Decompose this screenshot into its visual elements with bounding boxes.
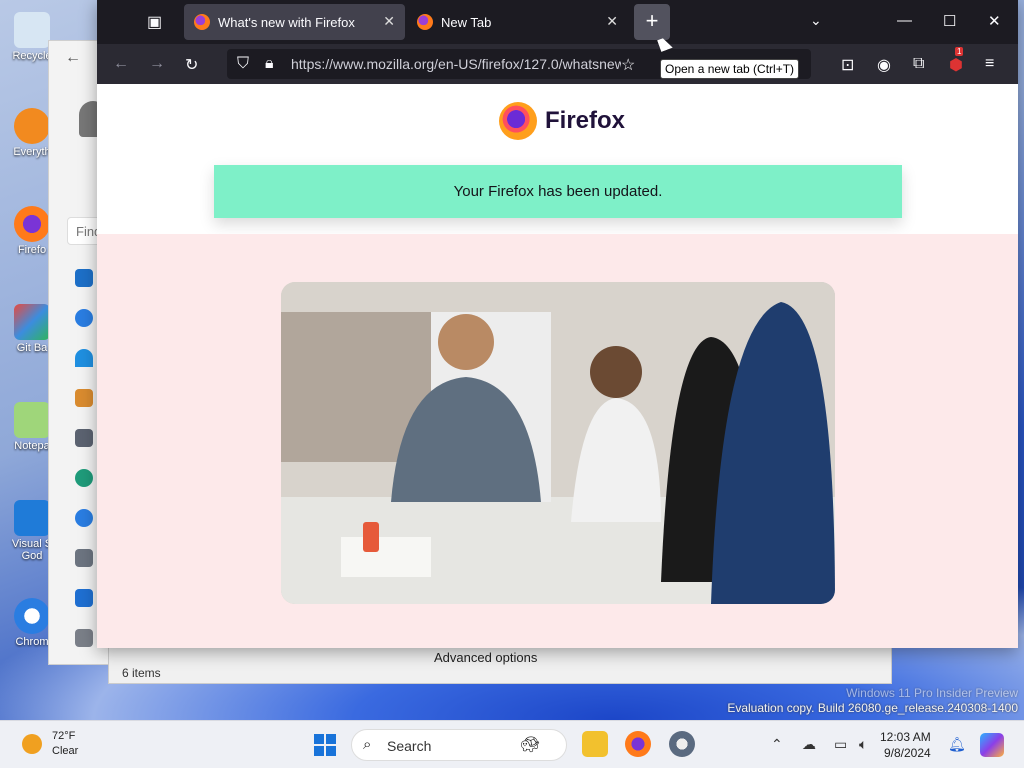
- update-banner: Your Firefox has been updated.: [214, 165, 902, 218]
- extensions-icon[interactable]: ⧉: [913, 55, 924, 73]
- taskbar-clock[interactable]: 12:03 AM 9/8/2024: [880, 729, 931, 761]
- back-arrow-icon[interactable]: ←: [65, 49, 81, 67]
- menu-hamburger-icon[interactable]: ≡: [985, 55, 994, 73]
- accessibility-icon[interactable]: [75, 589, 93, 607]
- new-tab-button[interactable]: +: [634, 4, 670, 40]
- firefox-window: ▣ What's new with Firefox ✕ New Tab ✕ + …: [97, 0, 1018, 648]
- advanced-options-label[interactable]: Advanced options: [434, 650, 537, 665]
- show-hidden-icons-chevron-icon[interactable]: ⌃: [771, 736, 783, 753]
- chrome-icon: [14, 598, 50, 634]
- list-all-tabs-icon[interactable]: ⌄: [810, 12, 822, 29]
- everything-icon: [14, 108, 50, 144]
- account-icon[interactable]: ◉: [877, 55, 891, 75]
- tab-new-tab[interactable]: New Tab ✕: [407, 4, 628, 40]
- back-icon[interactable]: ←: [113, 55, 129, 73]
- page-content: Firefox Your Firefox has been updated.: [97, 84, 1018, 648]
- weather-temperature: 72°F: [52, 730, 76, 742]
- recycle-bin-icon: [14, 12, 50, 48]
- firefox-taskbar-icon[interactable]: [625, 731, 651, 757]
- weather-condition: Clear: [52, 745, 79, 757]
- network-icon[interactable]: ▭: [834, 736, 847, 753]
- lock-icon[interactable]: 🔒︎: [265, 55, 274, 73]
- windows-logo-icon: [314, 734, 324, 744]
- volume-icon[interactable]: 🔈︎: [859, 736, 867, 753]
- firefox-view-icon[interactable]: ▣: [147, 12, 162, 32]
- search-highlight-icon: 🐢︎: [520, 737, 541, 754]
- personalization-icon[interactable]: [75, 389, 93, 407]
- search-label: Search: [387, 738, 432, 754]
- clock-time: 12:03 AM: [880, 730, 931, 744]
- minimize-icon[interactable]: —: [897, 12, 912, 29]
- firefox-favicon-icon: [194, 14, 210, 30]
- bluetooth-icon[interactable]: [75, 309, 93, 327]
- git-bash-icon: [14, 304, 50, 340]
- accounts-icon[interactable]: [75, 469, 93, 487]
- notepad-icon: [14, 402, 50, 438]
- tab-bar: ▣ What's new with Firefox ✕ New Tab ✕ + …: [97, 0, 1018, 44]
- firefox-wordmark: Firefox: [545, 107, 626, 134]
- system-icon[interactable]: [75, 269, 93, 287]
- maximize-icon[interactable]: ☐: [943, 12, 956, 30]
- notification-bell-icon[interactable]: 🔔︎: [948, 736, 966, 753]
- privacy-security-icon[interactable]: [75, 629, 93, 647]
- forward-icon[interactable]: →: [149, 55, 165, 73]
- weather-widget[interactable]: 72°F Clear: [22, 729, 78, 759]
- firefox-logo[interactable]: Firefox: [499, 102, 625, 140]
- copilot-icon[interactable]: [980, 733, 1004, 757]
- search-icon: ⌕: [363, 736, 372, 753]
- wifi-icon[interactable]: [75, 349, 93, 367]
- navigation-toolbar: ← → ↻ ⛉ 🔒︎ https://www.mozilla.org/en-US…: [97, 44, 1018, 84]
- item-count: 6 items: [122, 666, 161, 680]
- moon-weather-icon: [22, 734, 42, 754]
- file-explorer-icon[interactable]: [582, 731, 608, 757]
- new-tab-tooltip: Open a new tab (Ctrl+T): [660, 59, 800, 79]
- onedrive-icon[interactable]: ☁: [802, 736, 816, 753]
- firefox-logo-icon: [499, 102, 537, 140]
- hero-photo-meeting: [281, 282, 835, 604]
- close-tab-icon[interactable]: ✕: [383, 13, 395, 30]
- tab-label: What's new with Firefox: [218, 14, 355, 30]
- gaming-icon[interactable]: [75, 549, 93, 567]
- hero-section: [97, 234, 1018, 648]
- clock-date: 9/8/2024: [883, 746, 931, 760]
- pocket-icon[interactable]: ⊡: [841, 55, 854, 75]
- ublock-origin-icon[interactable]: ⬢: [949, 55, 963, 75]
- tab-whats-new[interactable]: What's new with Firefox ✕: [184, 4, 405, 40]
- apps-icon[interactable]: [75, 429, 93, 447]
- close-tab-icon[interactable]: ✕: [606, 13, 618, 30]
- vscode-icon: [14, 500, 50, 536]
- settings-gear-icon[interactable]: [669, 731, 695, 757]
- reload-icon[interactable]: ↻: [185, 55, 198, 75]
- bookmark-star-icon[interactable]: ☆: [621, 55, 635, 75]
- time-language-icon[interactable]: [75, 509, 93, 527]
- windows-watermark: Windows 11 Pro Insider Preview Evaluatio…: [727, 686, 1018, 715]
- tab-label: New Tab: [441, 14, 492, 30]
- start-button[interactable]: [314, 734, 336, 756]
- firefox-icon: [14, 206, 50, 242]
- taskbar-search[interactable]: ⌕ Search 🐢︎: [351, 729, 567, 761]
- url-text[interactable]: https://www.mozilla.org/en-US/firefox/12…: [291, 56, 621, 72]
- meeting-photo-illustration: [281, 282, 835, 604]
- firefox-favicon-icon: [417, 14, 433, 30]
- taskbar: 72°F Clear ⌕ Search 🐢︎ ⌃ ☁ ▭ 🔈︎ 12:03 AM…: [0, 720, 1024, 768]
- tracking-protection-shield-icon[interactable]: ⛉: [237, 55, 249, 73]
- ublock-badge-count: 1: [955, 47, 964, 56]
- close-window-icon[interactable]: ✕: [988, 12, 1001, 30]
